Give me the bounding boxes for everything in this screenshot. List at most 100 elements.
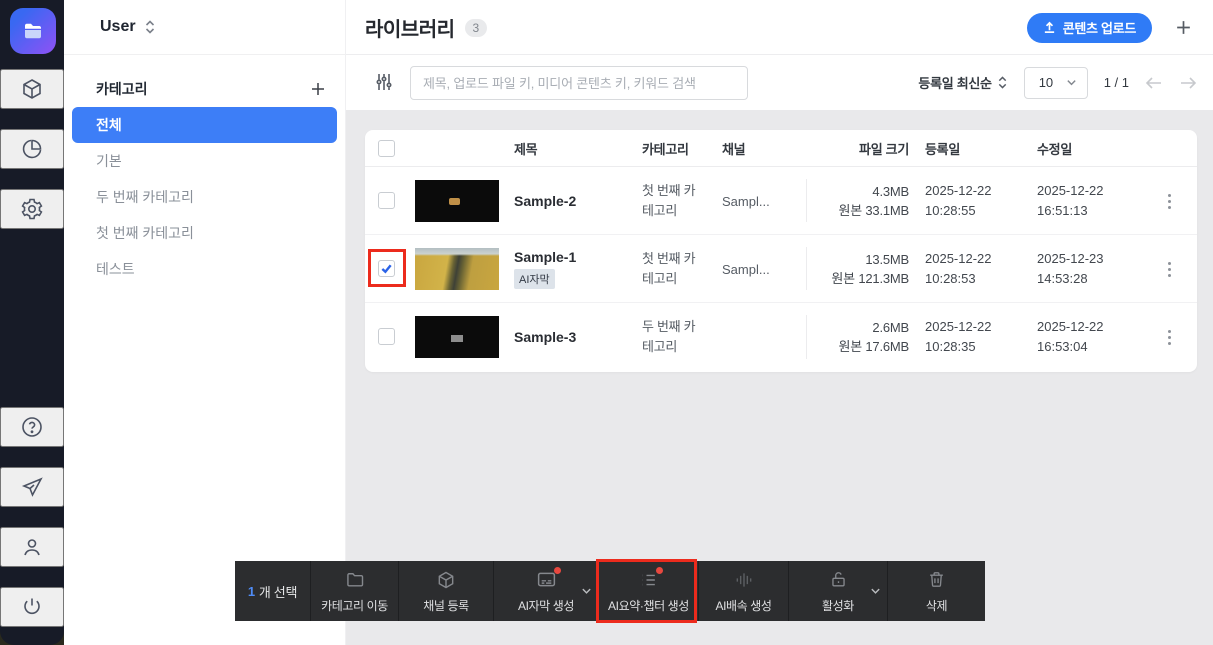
reg-time: 10:28:53 (925, 269, 992, 289)
column-reg-date: 등록일 (925, 130, 960, 167)
sidebar-item-second-category[interactable]: 두 번째 카테고리 (72, 179, 337, 215)
thumbnail[interactable] (415, 180, 499, 222)
action-ai-speed[interactable]: AI배속 생성 (698, 561, 788, 621)
upload-content-button[interactable]: 콘텐츠 업로드 (1027, 13, 1152, 43)
action-ai-subtitle[interactable]: AI자막 생성 (493, 561, 598, 621)
action-activate[interactable]: 활성화 (788, 561, 887, 621)
mod-time: 16:53:04 (1037, 337, 1104, 357)
thumbnail-detail (449, 198, 460, 205)
mod-date-cell: 2025-12-22 16:51:13 (1037, 167, 1104, 235)
action-label: 채널 등록 (423, 597, 469, 614)
reg-date-cell: 2025-12-22 10:28:35 (925, 303, 992, 371)
sort-label: 등록일 최신순 (918, 73, 991, 92)
profile-nav-button[interactable] (0, 527, 64, 567)
row-menu-button[interactable] (1160, 189, 1178, 213)
action-move-category[interactable]: 카테고리 이동 (310, 561, 398, 621)
cube-icon (20, 77, 44, 101)
table-row[interactable]: Sample-2 첫 번째 카테고리 Sampl... 4.3MB 원본 33.… (365, 167, 1197, 235)
library-app-icon[interactable] (10, 8, 56, 54)
file-size-cell: 13.5MB 원본 121.3MB (795, 235, 909, 303)
page-size-select[interactable]: 10 (1024, 67, 1088, 99)
analytics-nav-button[interactable] (0, 129, 64, 169)
next-page-button[interactable] (1179, 76, 1197, 90)
action-ai-summary-chapter[interactable]: AI요약·챕터 생성 (598, 561, 698, 621)
chevron-down-icon[interactable] (581, 586, 592, 597)
chevron-down-icon (1066, 77, 1077, 88)
row-menu-button[interactable] (1160, 257, 1178, 281)
list-toolbar: 등록일 최신순 10 1 / 1 (346, 55, 1213, 110)
original-file-size: 원본 17.6MB (838, 337, 909, 356)
column-category: 카테고리 (642, 130, 689, 167)
selection-count-label: 개 선택 (259, 582, 297, 601)
logout-nav-button[interactable] (0, 587, 64, 627)
workspace-name: User (100, 18, 136, 36)
item-count-badge: 3 (465, 19, 488, 37)
page-size-value: 10 (1039, 75, 1053, 90)
table-header-row: 제목 카테고리 채널 파일 크기 등록일 수정일 (365, 130, 1197, 167)
action-delete[interactable]: 삭제 (887, 561, 985, 621)
reg-date: 2025-12-22 (925, 317, 992, 337)
upload-button-label: 콘텐츠 업로드 (1063, 18, 1136, 37)
thumbnail[interactable] (415, 248, 499, 290)
subtitles-icon (536, 569, 557, 591)
table-row[interactable]: Sample-3 두 번째 카테고리 2.6MB 원본 17.6MB 2025-… (365, 303, 1197, 371)
trash-icon (927, 569, 946, 591)
folder-icon (21, 19, 45, 43)
file-size: 2.6MB (872, 318, 909, 337)
action-label: 카테고리 이동 (321, 597, 388, 614)
thumbnail[interactable] (415, 316, 499, 358)
sidebar-item-test[interactable]: 테스트 (72, 251, 337, 287)
row-checkbox[interactable] (378, 328, 395, 345)
title-cell: Sample-3 (514, 303, 576, 371)
sort-control[interactable]: 등록일 최신순 (918, 73, 1007, 92)
channel-cell: Sampl... (722, 235, 770, 303)
file-size-cell: 4.3MB 원본 33.1MB (795, 167, 909, 235)
mod-date: 2025-12-22 (1037, 181, 1104, 201)
prev-page-button[interactable] (1145, 76, 1163, 90)
row-menu-button[interactable] (1160, 325, 1178, 349)
chevron-down-icon[interactable] (870, 586, 881, 597)
column-mod-date: 수정일 (1037, 130, 1072, 167)
title-cell: Sample-1 AI자막 (514, 235, 576, 303)
page-header: 라이브러리 3 콘텐츠 업로드 (346, 0, 1213, 55)
waveform-icon (734, 569, 754, 591)
table-row[interactable]: Sample-1 AI자막 첫 번째 카테고리 Sampl... 13.5MB … (365, 235, 1197, 303)
sidebar-item-default[interactable]: 기본 (72, 143, 337, 179)
action-label: 삭제 (926, 597, 947, 614)
sidebar-item-all[interactable]: 전체 (72, 107, 337, 143)
mod-date-cell: 2025-12-22 16:53:04 (1037, 303, 1104, 371)
select-all-checkbox[interactable] (378, 140, 395, 157)
reg-time: 10:28:55 (925, 201, 992, 221)
mod-time: 16:51:13 (1037, 201, 1104, 221)
header-plus-button[interactable] (1174, 18, 1193, 37)
cube-nav-button[interactable] (0, 69, 64, 109)
file-size: 13.5MB (865, 250, 909, 269)
category-cell: 첫 번째 카테고리 (642, 235, 706, 303)
app-window: User 카테고리 전체 기본 두 번째 카테고리 첫 번째 카테고리 테스트 … (0, 0, 1213, 645)
media-title: Sample-2 (514, 193, 576, 209)
arrow-right-icon (1179, 76, 1197, 90)
category-section-title: 카테고리 (96, 79, 148, 99)
filter-sliders-icon (374, 72, 394, 92)
row-checkbox[interactable] (378, 260, 395, 277)
row-checkbox[interactable] (378, 192, 395, 209)
filter-button[interactable] (374, 72, 394, 95)
search-input[interactable] (410, 66, 748, 100)
cube-icon (436, 569, 456, 591)
add-category-button[interactable] (309, 80, 327, 98)
check-icon (380, 262, 393, 275)
workspace-switcher[interactable]: User (64, 0, 346, 55)
toolbar-right-group: 등록일 최신순 10 1 / 1 (918, 55, 1197, 110)
reg-date: 2025-12-22 (925, 181, 992, 201)
list-icon (639, 569, 659, 591)
settings-nav-button[interactable] (0, 189, 64, 229)
title-cell: Sample-2 (514, 167, 576, 235)
file-size-cell: 2.6MB 원본 17.6MB (795, 303, 909, 371)
send-nav-button[interactable] (0, 467, 64, 507)
help-nav-button[interactable] (0, 407, 64, 447)
column-file-size: 파일 크기 (799, 130, 909, 167)
power-icon (20, 595, 44, 619)
gear-icon (20, 197, 44, 221)
action-register-channel[interactable]: 채널 등록 (398, 561, 493, 621)
sidebar-item-first-category[interactable]: 첫 번째 카테고리 (72, 215, 337, 251)
